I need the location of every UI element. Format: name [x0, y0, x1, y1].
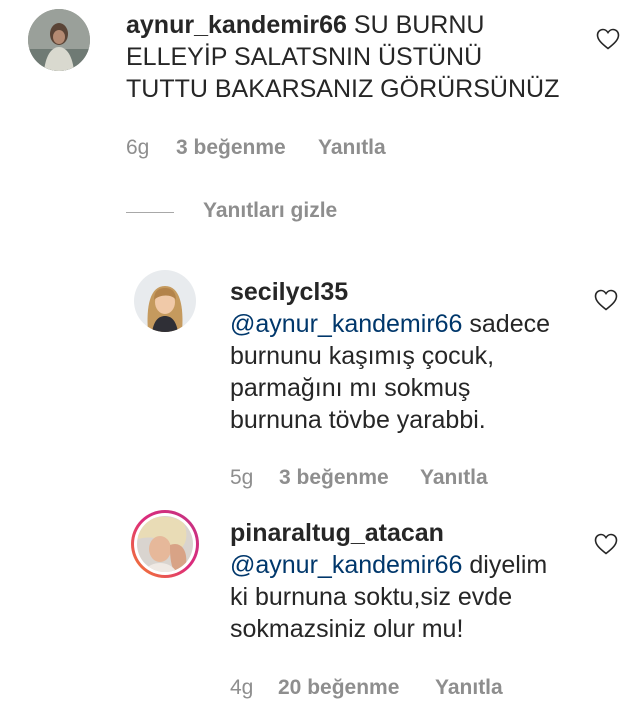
- comment-text: pinaraltug_atacan @aynur_kandemir66 diye…: [230, 517, 600, 645]
- reply-button[interactable]: Yanıtla: [435, 676, 503, 700]
- comment-line: diyelim: [462, 551, 548, 579]
- timestamp[interactable]: 4g: [230, 676, 253, 700]
- comment-meta: 4g 20 beğenme Yanıtla: [230, 676, 550, 702]
- reply-pinaraltug: pinaraltug_atacan @aynur_kandemir66 diye…: [0, 0, 635, 708]
- likes-count[interactable]: 20 beğenme: [278, 676, 399, 700]
- heart-icon[interactable]: [594, 533, 618, 555]
- mention-link[interactable]: @aynur_kandemir66: [230, 551, 462, 579]
- avatar[interactable]: [130, 509, 200, 579]
- comment-line: ki burnuna soktu,siz evde: [230, 583, 513, 611]
- comment-line: sokmazsiniz olur mu!: [230, 615, 464, 643]
- username[interactable]: pinaraltug_atacan: [230, 517, 600, 549]
